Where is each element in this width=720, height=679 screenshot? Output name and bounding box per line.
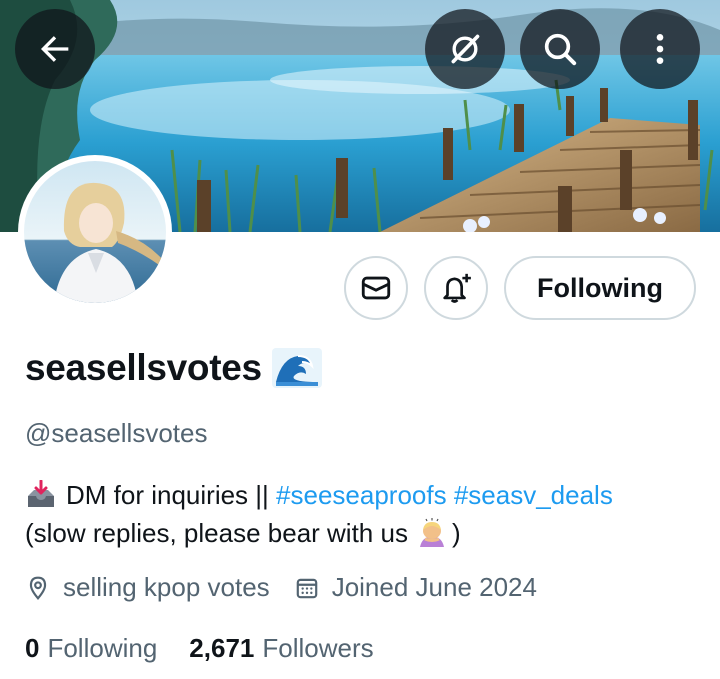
profile-name-row: seasellsvotes [25, 343, 322, 393]
location: selling kpop votes [25, 572, 270, 603]
bio-line-2: (slow replies, please bear with us ) [25, 514, 705, 552]
bio-text: ) [451, 518, 461, 548]
following-count: 0 [25, 633, 40, 663]
location-pin-icon [29, 576, 47, 600]
message-button[interactable] [344, 256, 408, 320]
profile-meta: selling kpop votes Joined June 2024 [25, 572, 537, 603]
profile-stats: 0 Following 2,671 Followers [25, 633, 374, 664]
hashtag-link[interactable]: #seeseaproofs [276, 476, 447, 514]
following-count-link[interactable]: 0 Following [25, 633, 157, 664]
grok-icon [451, 34, 480, 64]
search-icon [544, 33, 577, 66]
back-button[interactable] [15, 9, 95, 89]
following-button[interactable]: Following [504, 256, 696, 320]
avatar[interactable] [18, 155, 172, 309]
location-text: selling kpop votes [63, 572, 270, 602]
hashtag-link[interactable]: #seasv_deals [454, 476, 613, 514]
join-date-text: Joined June 2024 [331, 572, 537, 602]
bio-text: (slow replies, please bear with us [25, 518, 408, 548]
more-vertical-icon [656, 34, 664, 64]
inbox-tray-emoji [28, 480, 54, 507]
avatar-image [24, 161, 166, 303]
followers-count: 2,671 [189, 633, 255, 663]
followers-count-link[interactable]: 2,671 Followers [189, 633, 373, 664]
profile-handle: @seasellsvotes [25, 418, 208, 448]
join-date: Joined June 2024 [294, 572, 537, 603]
profile-bio: DM for inquiries || #seeseaproofs #seasv… [25, 476, 705, 552]
grok-button[interactable] [425, 9, 505, 89]
arrow-left-icon [41, 36, 69, 62]
more-button[interactable] [620, 9, 700, 89]
water-wave-emoji [271, 348, 322, 388]
bio-line-1: DM for inquiries || #seeseaproofs #seasv… [25, 476, 705, 514]
mail-icon [361, 276, 391, 300]
following-label: Following [47, 633, 158, 663]
bio-text: DM for inquiries || [66, 480, 269, 510]
person-bowing-emoji [419, 518, 444, 547]
search-button[interactable] [520, 9, 600, 89]
followers-label: Followers [262, 633, 374, 663]
display-name: seasellsvotes [25, 347, 262, 388]
calendar-icon [296, 578, 317, 598]
notify-button[interactable] [424, 256, 488, 320]
bell-plus-icon [443, 273, 471, 303]
